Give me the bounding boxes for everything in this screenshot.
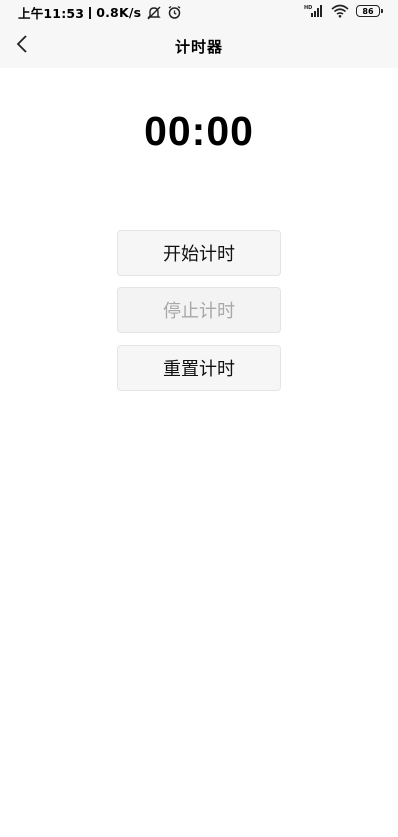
network-speed: 0.8K/s	[96, 5, 142, 20]
alarm-clock-icon	[167, 5, 182, 20]
status-right: HD 86	[304, 4, 383, 18]
signal-icon: HD	[304, 4, 324, 18]
status-time: 上午11:53	[18, 6, 85, 21]
start-timer-button[interactable]: 开始计时	[117, 230, 281, 276]
svg-text:HD: HD	[304, 5, 312, 11]
status-left: 上午11:53 0.8K/s	[18, 3, 182, 22]
reset-timer-button[interactable]: 重置计时	[117, 345, 281, 391]
status-divider	[89, 6, 92, 19]
nav-bar: 计时器	[0, 24, 398, 68]
stop-timer-button[interactable]: 停止计时	[117, 287, 281, 333]
battery-level: 86	[362, 6, 374, 16]
timer-display: 00:00	[144, 108, 254, 154]
battery-icon: 86	[356, 5, 383, 17]
page-title: 计时器	[174, 38, 223, 56]
mute-bell-icon	[146, 6, 162, 20]
status-bar: 上午11:53 0.8K/s HD 86	[0, 0, 398, 24]
wifi-icon	[331, 4, 349, 18]
